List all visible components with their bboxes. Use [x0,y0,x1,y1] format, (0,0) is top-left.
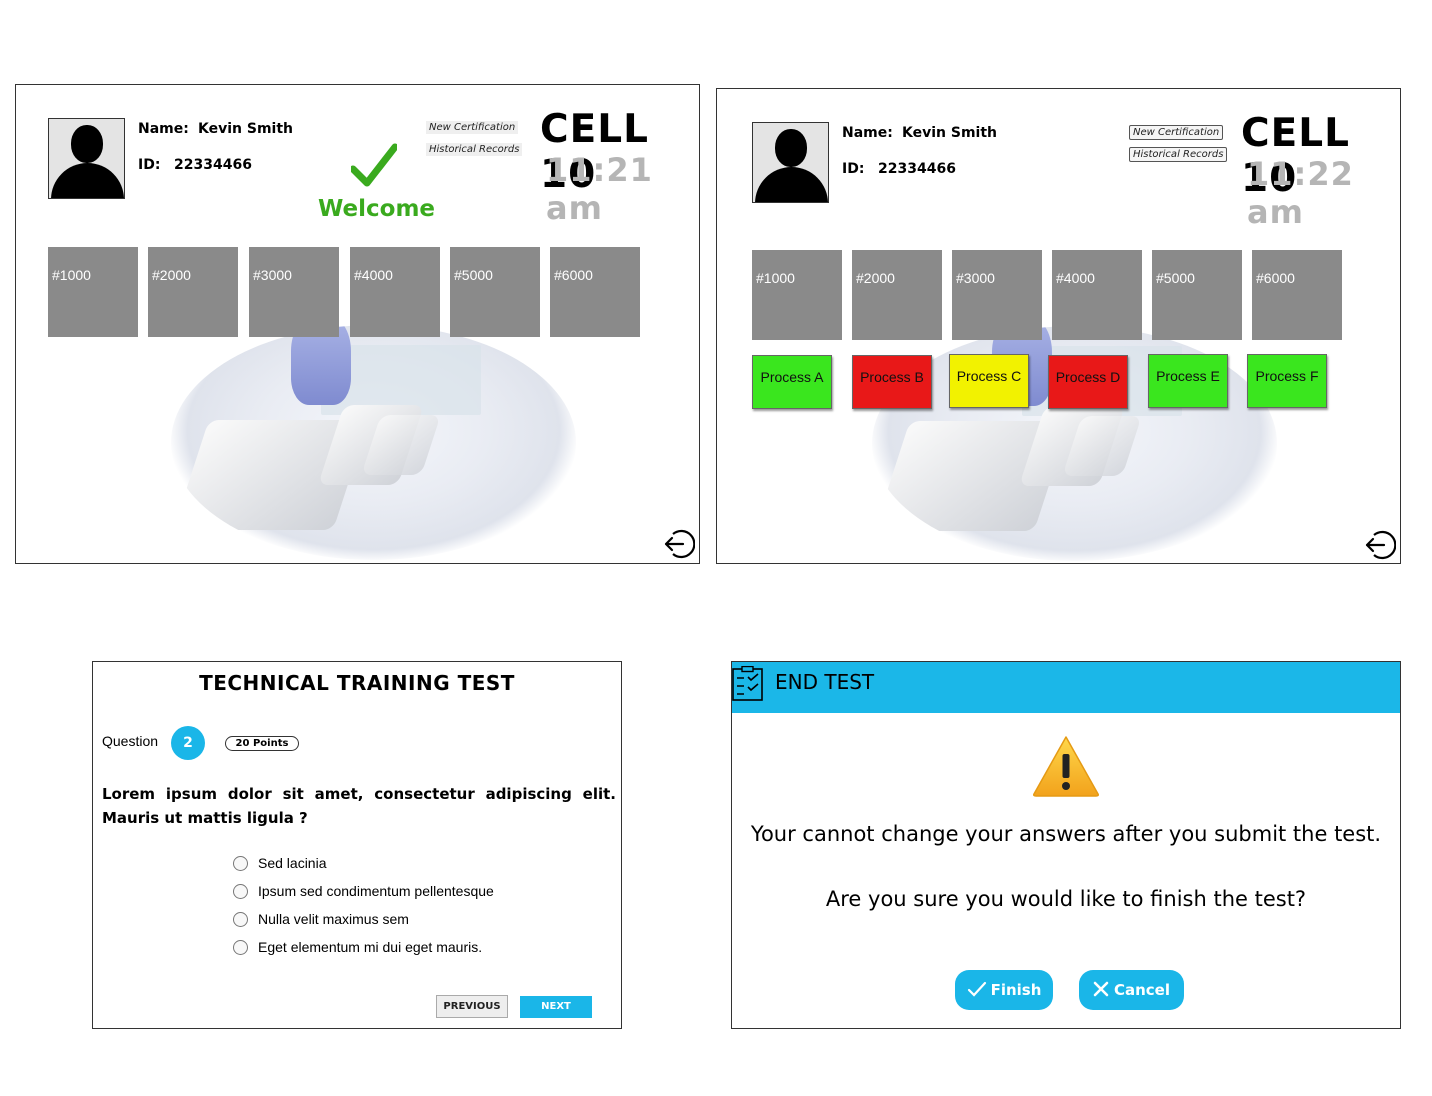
end-test-dialog: END TEST Your cannot change your answers… [731,661,1401,1029]
welcome-message: Welcome [318,196,436,222]
station-tile[interactable]: #6000 [550,247,640,337]
process-b-status[interactable]: Process B [852,355,932,409]
station-tile[interactable]: #5000 [450,247,540,337]
answer-label: Eget elementum mi dui eget mauris. [258,939,483,955]
welcome-screen: Name: Kevin Smith ID: 22334466 New Certifi… [15,84,700,564]
user-name-row: Name: Kevin Smith [138,121,293,137]
station-tile[interactable]: #2000 [148,247,238,337]
dialog-header: END TEST [732,662,1400,713]
process-status-screen: Name: Kevin Smith ID: 22334466 New Certifi… [716,88,1401,564]
id-label: ID: [138,157,161,173]
logout-icon[interactable] [663,528,695,560]
radio-button[interactable] [233,856,248,871]
dialog-title: END TEST [775,670,875,694]
avatar [48,118,125,199]
confirm-message: Are you sure you would like to finish th… [825,887,1307,911]
finish-button[interactable]: Finish [955,970,1053,1010]
training-test-screen: TECHNICAL TRAINING TEST Question 2 20 Po… [92,661,622,1029]
radio-button[interactable] [233,884,248,899]
lab-background-image [171,325,576,560]
user-id-row: ID: 22334466 [842,161,956,177]
answer-label: Ipsum sed condimentum pellentesque [258,883,494,899]
id-label: ID: [842,161,865,177]
station-tile[interactable]: #2000 [852,250,942,340]
clock-time: 11:21 am [546,151,653,227]
station-tile[interactable]: #5000 [1152,250,1242,340]
answer-option[interactable]: Eget elementum mi dui eget mauris. [233,939,482,955]
process-a-status[interactable]: Process A [752,355,832,409]
close-icon [1093,981,1109,997]
new-certification-link[interactable]: New Certification [426,121,519,134]
points-badge: 20 Points [225,736,299,751]
test-title: TECHNICAL TRAINING TEST [199,671,515,695]
warning-icon [1033,736,1099,797]
name-value: Kevin Smith [902,125,997,141]
question-number-badge: 2 [171,726,205,760]
question-label: Question [102,733,159,749]
name-label: Name: [842,125,893,141]
checklist-icon [732,666,763,701]
next-button[interactable]: NEXT [520,996,592,1018]
new-certification-link[interactable]: New Certification [1129,125,1224,140]
cancel-label: Cancel [1113,981,1170,999]
cancel-button[interactable]: Cancel [1079,970,1184,1010]
process-d-status[interactable]: Process D [1048,355,1128,409]
process-f-status[interactable]: Process F [1247,354,1327,408]
check-icon [967,981,986,997]
clock-time: 11:22 am [1247,155,1354,231]
name-label: Name: [138,121,189,137]
logout-icon[interactable] [1364,529,1396,561]
station-tile[interactable]: #6000 [1252,250,1342,340]
answer-option[interactable]: Ipsum sed condimentum pellentesque [233,883,494,899]
finish-label: Finish [990,981,1042,999]
answer-option[interactable]: Nulla velit maximus sem [233,911,409,927]
name-value: Kevin Smith [198,121,293,137]
warning-message: Your cannot change your answers after yo… [750,822,1382,846]
user-id-row: ID: 22334466 [138,157,252,173]
station-tile[interactable]: #4000 [1052,250,1142,340]
answer-label: Sed lacinia [258,855,327,871]
id-value: 22334466 [878,161,956,177]
question-text: Lorem ipsum dolor sit amet, consectetur … [102,785,616,827]
station-tile[interactable]: #3000 [249,247,339,337]
historical-records-link[interactable]: Historical Records [1129,147,1228,162]
process-c-status[interactable]: Process C [949,354,1029,408]
checkmark-icon [351,143,397,187]
previous-button[interactable]: PREVIOUS [436,995,508,1018]
avatar [752,122,829,203]
station-tile[interactable]: #1000 [752,250,842,340]
process-e-status[interactable]: Process E [1148,354,1228,408]
answer-option[interactable]: Sed lacinia [233,855,327,871]
user-name-row: Name: Kevin Smith [842,125,997,141]
radio-button[interactable] [233,940,248,955]
id-value: 22334466 [174,157,252,173]
station-tile[interactable]: #4000 [350,247,440,337]
station-tile[interactable]: #3000 [952,250,1042,340]
historical-records-link[interactable]: Historical Records [426,143,523,156]
radio-button[interactable] [233,912,248,927]
answer-label: Nulla velit maximus sem [258,911,409,927]
station-tile[interactable]: #1000 [48,247,138,337]
